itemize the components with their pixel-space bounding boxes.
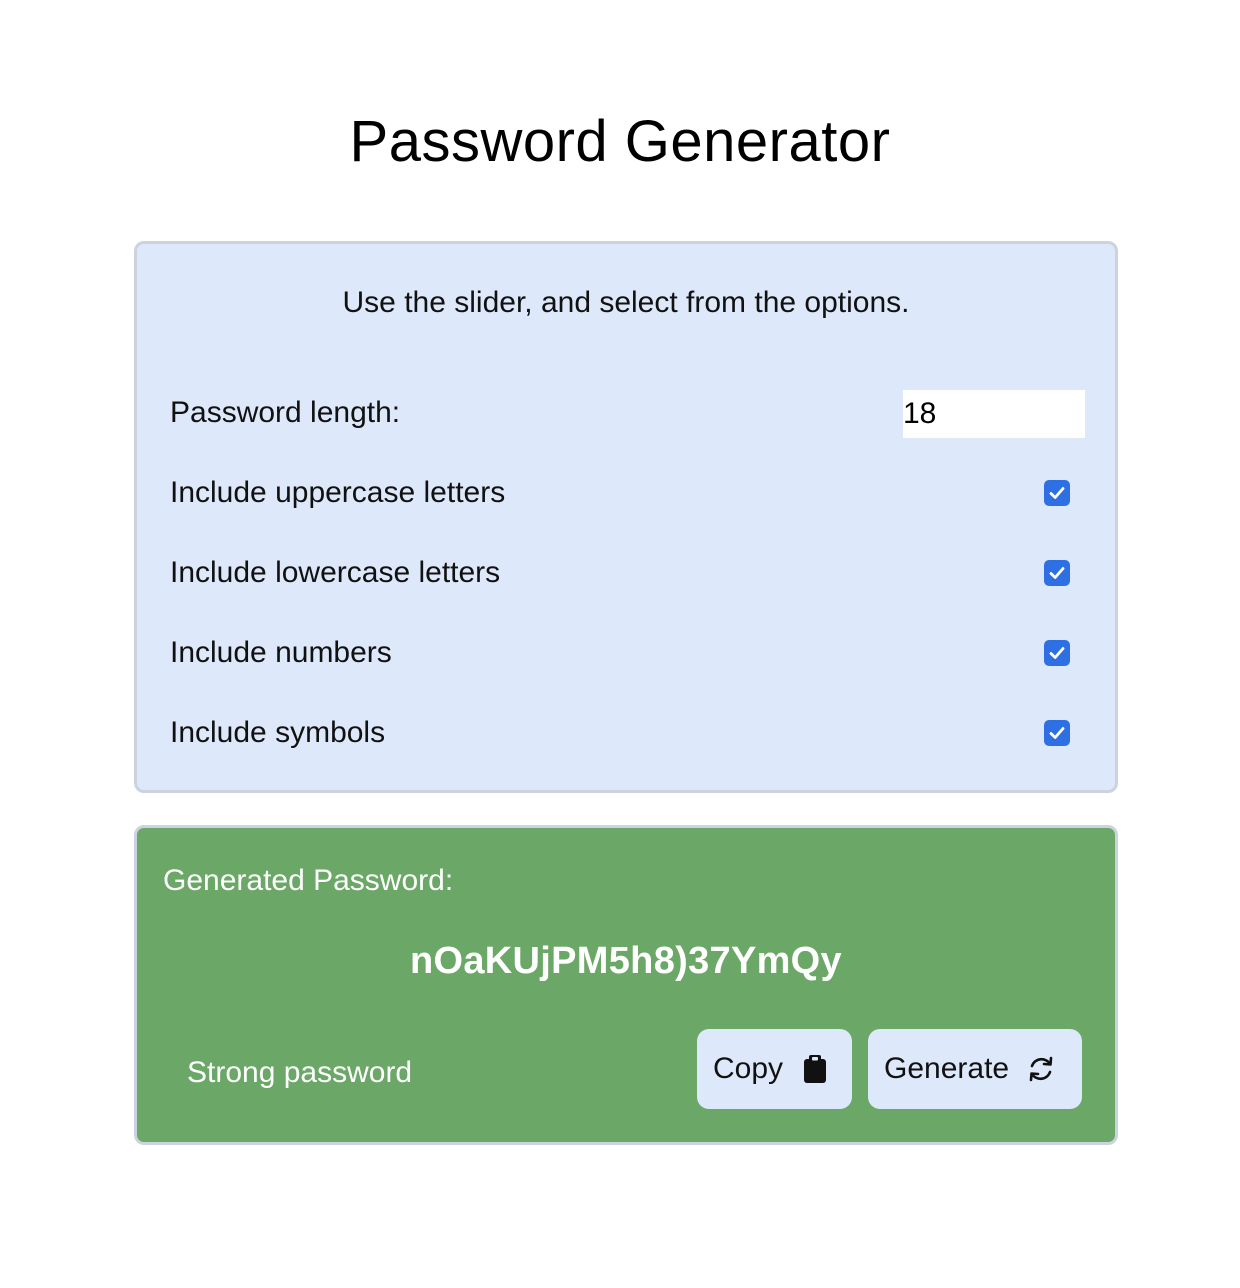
option-row-symbols: Include symbols [170, 710, 1085, 758]
copy-button[interactable]: Copy [697, 1029, 852, 1109]
password-generator-page: Password Generator Use the slider, and s… [0, 0, 1240, 1288]
checkmark-icon [1049, 487, 1065, 499]
option-row-lowercase: Include lowercase letters [170, 550, 1085, 598]
clipboard-icon [799, 1053, 831, 1085]
generate-button-label: Generate [884, 1052, 1010, 1085]
option-row-uppercase: Include uppercase letters [170, 470, 1085, 518]
copy-button-label: Copy [713, 1052, 784, 1085]
generated-password-label: Generated Password: [163, 864, 454, 897]
instructions-text: Use the slider, and select from the opti… [342, 286, 910, 319]
checkmark-icon [1049, 727, 1065, 739]
option-label-lowercase: Include lowercase letters [170, 556, 501, 589]
symbols-checkbox[interactable] [1044, 720, 1070, 746]
uppercase-checkbox[interactable] [1044, 480, 1070, 506]
generated-password-value: nOaKUjPM5h8)37YmQy [410, 940, 842, 982]
option-label-symbols: Include symbols [170, 716, 386, 749]
page-title: Password Generator [349, 109, 891, 174]
option-row-numbers: Include numbers [170, 630, 1085, 678]
password-length-row: Password length: [170, 390, 1085, 438]
numbers-checkbox[interactable] [1044, 640, 1070, 666]
options-panel: Use the slider, and select from the opti… [134, 241, 1118, 793]
password-length-label: Password length: [170, 396, 401, 429]
option-label-numbers: Include numbers [170, 636, 392, 669]
checkmark-icon [1049, 567, 1065, 579]
checkmark-icon [1049, 647, 1065, 659]
option-label-uppercase: Include uppercase letters [170, 476, 506, 509]
password-length-input[interactable] [903, 390, 1085, 438]
generate-button[interactable]: Generate [868, 1029, 1082, 1109]
password-strength-text: Strong password [187, 1056, 413, 1089]
lowercase-checkbox[interactable] [1044, 560, 1070, 586]
result-panel: Generated Password: nOaKUjPM5h8)37YmQy S… [134, 825, 1118, 1145]
refresh-icon [1025, 1053, 1057, 1085]
